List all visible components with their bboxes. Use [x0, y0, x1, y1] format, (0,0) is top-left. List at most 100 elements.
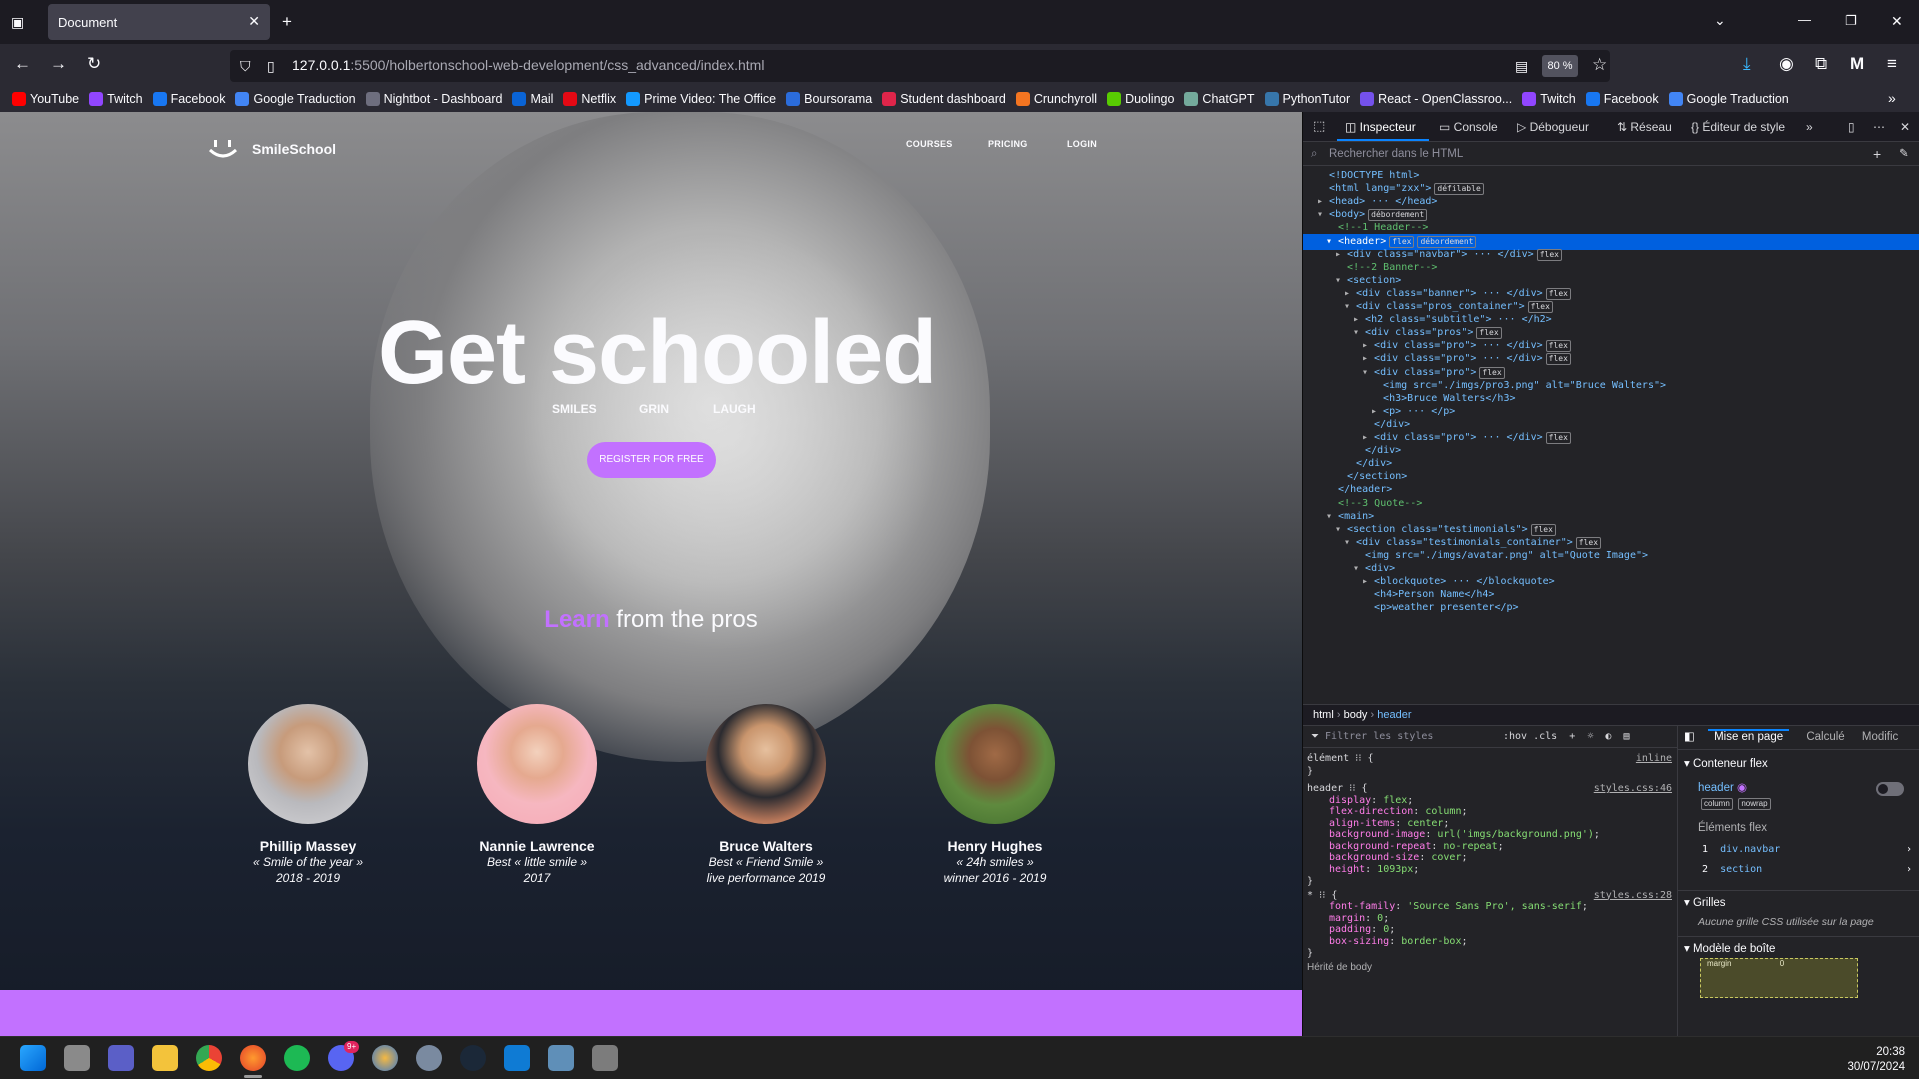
add-rule-icon[interactable]: + ☼ ◐ ▤	[1557, 731, 1629, 742]
css-value[interactable]: column	[1425, 806, 1461, 817]
reader-view-icon[interactable]: ▤	[1515, 56, 1528, 76]
settings-gear-icon[interactable]	[416, 1045, 442, 1071]
expand-toggle-icon[interactable]: ▾	[1335, 524, 1347, 535]
tab-debogueur[interactable]: ▷ Débogueur	[1517, 120, 1589, 134]
close-window-icon[interactable]: ✕	[1891, 11, 1903, 31]
register-button[interactable]: REGISTER FOR FREE	[587, 442, 716, 478]
sidebar-toggle-icon[interactable]: ◧	[1684, 731, 1698, 743]
forward-icon[interactable]: →	[50, 54, 67, 74]
file-explorer-icon[interactable]	[152, 1045, 178, 1071]
css-property[interactable]: display	[1329, 795, 1371, 806]
box-model-margin[interactable]: margin 0	[1700, 958, 1858, 998]
filter-styles-input[interactable]: Filtrer les styles	[1325, 731, 1433, 742]
expand-toggle-icon[interactable]: ▾	[1317, 209, 1329, 220]
expand-toggle-icon[interactable]: ▾	[1344, 301, 1356, 312]
css-property[interactable]: background-image	[1329, 829, 1425, 840]
dock-icon[interactable]: ▯	[1848, 120, 1855, 134]
vscode-icon[interactable]	[504, 1045, 530, 1071]
tab-mise-en-page[interactable]: Mise en page	[1708, 729, 1790, 743]
expand-toggle-icon[interactable]: ▸	[1362, 353, 1374, 364]
tab-console[interactable]: ▭ Console	[1439, 120, 1498, 134]
expand-toggle-icon[interactable]: ▸	[1353, 314, 1365, 325]
breadcrumb-html[interactable]: html	[1313, 709, 1334, 721]
css-value[interactable]: url('imgs/background.png')	[1437, 829, 1594, 840]
tab-document[interactable]: Document ✕	[48, 4, 270, 40]
bookmark-item[interactable]: Nightbot - Dashboard	[365, 92, 502, 106]
bookmark-item[interactable]: Facebook	[152, 92, 225, 106]
task-view-icon[interactable]	[64, 1045, 90, 1071]
back-icon[interactable]: ←	[14, 54, 31, 74]
expand-toggle-icon[interactable]: ▾	[1353, 327, 1365, 338]
expand-toggle-icon[interactable]: ▾	[1362, 367, 1374, 378]
tab-overflow-chevron-icon[interactable]: ⌄	[1714, 10, 1726, 30]
expand-toggle-icon[interactable]: ▸	[1371, 406, 1383, 417]
css-value[interactable]: border-box	[1401, 936, 1461, 947]
css-property[interactable]: background-size	[1329, 852, 1419, 863]
breadcrumb-header[interactable]: header	[1377, 709, 1411, 721]
markup-node[interactable]: <p>weather presenter</p>	[1303, 600, 1919, 616]
bookmark-item[interactable]: Twitch	[1522, 92, 1576, 106]
css-value[interactable]: cover	[1431, 852, 1461, 863]
calculator-icon[interactable]	[592, 1045, 618, 1071]
bookmark-item[interactable]: Boursorama	[786, 92, 872, 106]
tab-inspecteur[interactable]: ◫ Inspecteur	[1345, 120, 1416, 134]
css-property[interactable]: box-sizing	[1329, 936, 1389, 947]
system-clock[interactable]: 20:38 30/07/2024	[1847, 1045, 1905, 1075]
bookmark-item[interactable]: React - OpenClassroo...	[1360, 92, 1512, 106]
expand-toggle-icon[interactable]: ▸	[1317, 196, 1329, 207]
flex-item[interactable]: 2 section ›	[1678, 864, 1919, 875]
devtools-options-icon[interactable]: ⋯	[1873, 120, 1885, 134]
restore-icon[interactable]: ❐	[1845, 11, 1857, 31]
css-property[interactable]: margin	[1329, 913, 1365, 924]
bookmark-item[interactable]: Duolingo	[1107, 92, 1174, 106]
flex-section-header[interactable]: ▾ Conteneur flex	[1678, 756, 1919, 770]
extension-m-icon[interactable]: M	[1850, 54, 1864, 74]
expand-toggle-icon[interactable]: ▸	[1344, 288, 1356, 299]
bookmark-item[interactable]: Twitch	[89, 92, 143, 106]
close-tab-icon[interactable]: ✕	[248, 13, 260, 30]
nav-login[interactable]: LOGIN	[1067, 139, 1097, 149]
bookmark-item[interactable]: YouTube	[12, 92, 79, 106]
nav-pricing[interactable]: PRICING	[988, 139, 1028, 149]
bookmarks-overflow-icon[interactable]: »	[1888, 88, 1896, 108]
url-text[interactable]: 127.0.0.1:5500/holbertonschool-web-devel…	[292, 57, 764, 73]
bookmark-item[interactable]: Prime Video: The Office	[626, 92, 776, 106]
nav-courses[interactable]: COURSES	[906, 139, 953, 149]
tab-modifications[interactable]: Modific	[1862, 731, 1898, 743]
account-icon[interactable]: ◉	[1779, 54, 1794, 74]
bookmark-item[interactable]: Facebook	[1585, 92, 1659, 106]
new-tab-icon[interactable]: +	[282, 12, 292, 32]
tab-editeur-de-style[interactable]: {} Éditeur de style	[1691, 120, 1785, 134]
windows-start-icon[interactable]	[20, 1045, 46, 1071]
tab-calcule[interactable]: Calculé	[1806, 731, 1844, 743]
bookmark-item[interactable]: Google Traduction	[235, 92, 356, 106]
expand-toggle-icon[interactable]: ▸	[1362, 432, 1374, 443]
css-property[interactable]: background-repeat	[1329, 841, 1431, 852]
bookmark-star-icon[interactable]: ☆	[1592, 55, 1607, 75]
breadcrumb-body[interactable]: body	[1344, 709, 1368, 721]
css-property[interactable]: font-family	[1329, 901, 1395, 912]
bookmark-item[interactable]: Netflix	[563, 92, 616, 106]
more-tabs-icon[interactable]: »	[1806, 120, 1813, 134]
flex-toggle[interactable]	[1876, 782, 1904, 796]
hov-toggle[interactable]: :hov	[1503, 731, 1527, 742]
bookmark-item[interactable]: Mail	[512, 92, 553, 106]
expand-toggle-icon[interactable]: ▸	[1362, 576, 1374, 587]
chrome-icon[interactable]	[196, 1045, 222, 1071]
cls-toggle[interactable]: .cls	[1533, 731, 1557, 742]
css-value[interactable]: no-repeat	[1443, 841, 1497, 852]
grid-section-header[interactable]: ▾ Grilles	[1678, 890, 1919, 909]
firefox-icon[interactable]	[240, 1045, 266, 1071]
css-value[interactable]: 'Source Sans Pro', sans-serif	[1407, 901, 1582, 912]
zoom-level[interactable]: 80 %	[1542, 55, 1578, 77]
bookmark-item[interactable]: Student dashboard	[882, 92, 1006, 106]
expand-toggle-icon[interactable]: ▾	[1326, 236, 1338, 247]
flex-item[interactable]: 1 div.navbar ›	[1678, 844, 1919, 855]
menu-icon[interactable]: ≡	[1887, 54, 1897, 74]
spotify-icon[interactable]	[284, 1045, 310, 1071]
css-value[interactable]: 1093px	[1377, 864, 1413, 875]
steam-icon[interactable]	[460, 1045, 486, 1071]
css-property[interactable]: flex-direction	[1329, 806, 1413, 817]
eyedropper-icon[interactable]: ✎	[1899, 142, 1909, 166]
element-picker-icon[interactable]: ⬚	[1313, 118, 1325, 134]
